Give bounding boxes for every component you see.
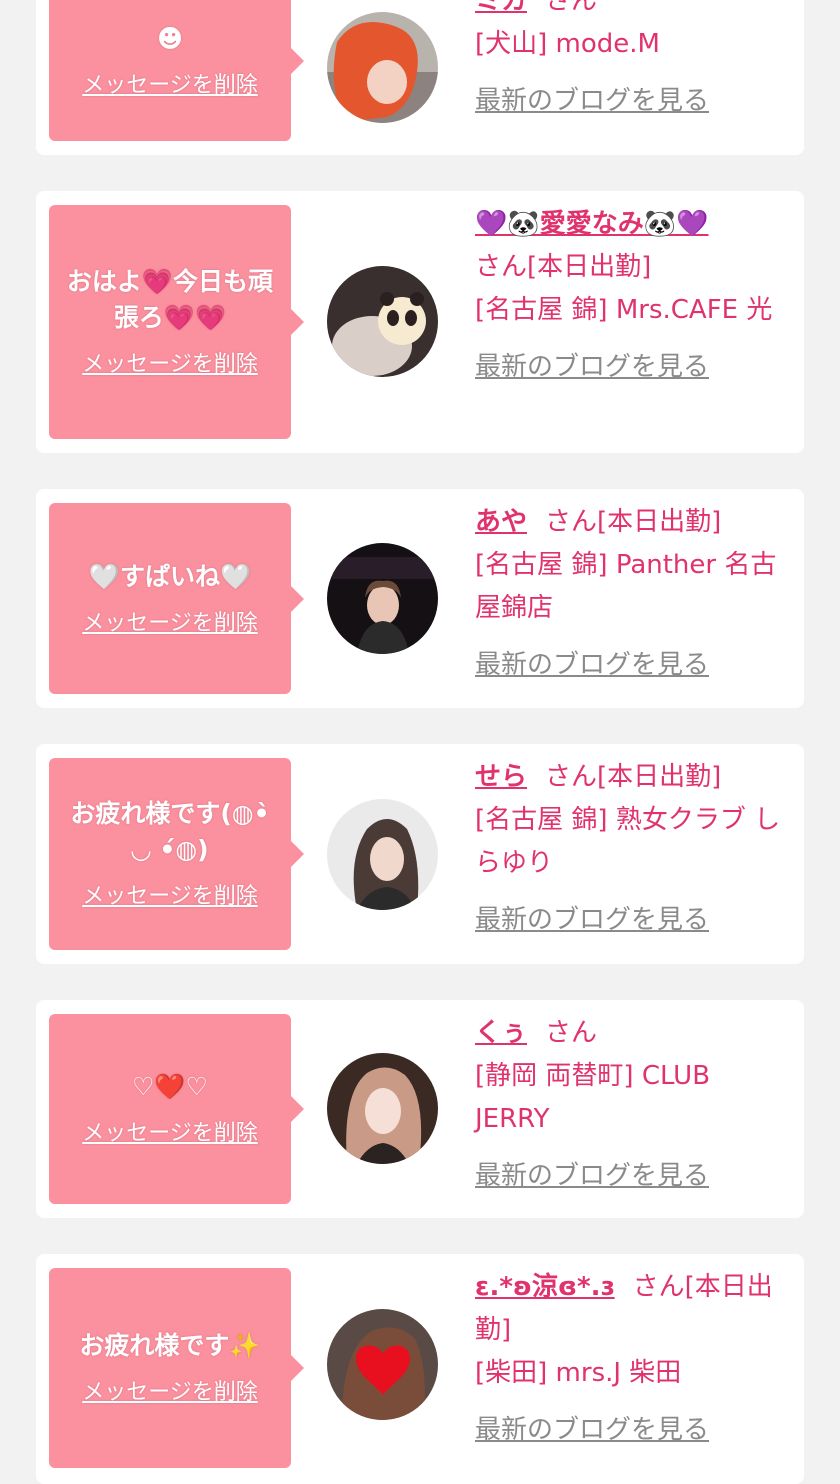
cast-suffix: さん[本日出勤] xyxy=(545,762,722,792)
cast-suffix: さん xyxy=(545,0,598,16)
cast-info: あや さん[本日出勤] [名古屋 錦] Panther 名古屋錦店 最新のブログを… xyxy=(475,501,787,687)
latest-blog-link[interactable]: 最新のブログを見る xyxy=(475,346,787,389)
cast-name-link[interactable]: くぅ xyxy=(475,1018,527,1048)
cast-info: ミカ さん [犬山] mode.M 最新のブログを見る xyxy=(475,0,787,123)
cast-name-link[interactable]: せら xyxy=(475,762,527,792)
cast-suffix: さん[本日出勤] xyxy=(545,507,722,537)
avatar[interactable] xyxy=(327,543,438,654)
avatar[interactable] xyxy=(327,266,438,377)
cast-name-link[interactable]: ミカ xyxy=(475,0,527,16)
message-bubble: ♡❤️♡ メッセージを削除 xyxy=(49,1014,304,1204)
avatar[interactable] xyxy=(327,1309,438,1420)
latest-blog-link[interactable]: 最新のブログを見る xyxy=(475,1155,787,1198)
message-text: 🤍すぱいね🤍 xyxy=(88,561,252,591)
message-card: ☻ メッセージを削除 ミカ さん [犬山] mode.M 最新のブログを見る xyxy=(36,0,804,155)
shop-name: [名古屋 錦] Mrs.CAFE 光 xyxy=(475,295,773,325)
message-bubble: お疲れ様です(◍•̀ ◡ •́◍) メッセージを削除 xyxy=(49,758,304,950)
message-bubble: おはよ💗今日も頑張ろ💗💗 メッセージを削除 xyxy=(49,205,304,439)
avatar[interactable] xyxy=(327,12,438,123)
message-bubble: 🤍すぱいね🤍 メッセージを削除 xyxy=(49,503,304,694)
message-text: お疲れ様です✨ xyxy=(79,1331,261,1360)
message-text: ♡❤️♡ xyxy=(132,1072,208,1101)
message-card: ♡❤️♡ メッセージを削除 くぅ さん [静岡 両替町] CLUB JERRY 最… xyxy=(36,1000,804,1218)
cast-name-link[interactable]: ε.*ʚ涼ɞ*.ɜ xyxy=(475,1272,615,1302)
cast-info: せら さん[本日出勤] [名古屋 錦] 熟女クラブ しらゆり 最新のブログを見る xyxy=(475,756,787,942)
avatar[interactable] xyxy=(327,799,438,910)
delete-message-link[interactable]: メッセージを削除 xyxy=(82,609,258,639)
message-bubble: ☻ メッセージを削除 xyxy=(49,0,304,141)
cast-suffix: さん xyxy=(545,1018,598,1048)
latest-blog-link[interactable]: 最新のブログを見る xyxy=(475,80,787,123)
cast-name-link[interactable]: あや xyxy=(475,507,527,537)
delete-message-link[interactable]: メッセージを削除 xyxy=(82,1378,258,1408)
message-text: ☻ xyxy=(156,23,184,53)
delete-message-link[interactable]: メッセージを削除 xyxy=(82,350,258,380)
cast-info: 💜🐼愛愛なみ🐼💜 さん[本日出勤] [名古屋 錦] Mrs.CAFE 光 最新の… xyxy=(475,203,787,389)
shop-name: [静岡 両替町] CLUB JERRY xyxy=(475,1061,711,1134)
avatar[interactable] xyxy=(327,1053,438,1164)
message-bubble: お疲れ様です✨ メッセージを削除 xyxy=(49,1268,304,1468)
delete-message-link[interactable]: メッセージを削除 xyxy=(82,71,258,101)
message-card: おはよ💗今日も頑張ろ💗💗 メッセージを削除 💜🐼愛愛なみ🐼💜 さん[本日出勤] … xyxy=(36,191,804,453)
delete-message-link[interactable]: メッセージを削除 xyxy=(82,1119,258,1149)
cast-info: くぅ さん [静岡 両替町] CLUB JERRY 最新のブログを見る xyxy=(475,1012,787,1198)
cast-name-link[interactable]: 💜🐼愛愛なみ🐼💜 xyxy=(475,209,709,239)
shop-name: [名古屋 錦] 熟女クラブ しらゆり xyxy=(475,805,781,878)
latest-blog-link[interactable]: 最新のブログを見る xyxy=(475,644,787,687)
message-card: お疲れ様です(◍•̀ ◡ •́◍) メッセージを削除 せら さん[本日出勤] [名… xyxy=(36,744,804,964)
delete-message-link[interactable]: メッセージを削除 xyxy=(82,882,258,912)
shop-name: [犬山] mode.M xyxy=(475,29,660,59)
cast-suffix: さん[本日出勤] xyxy=(475,252,652,282)
message-text: お疲れ様です(◍•̀ ◡ •́◍) xyxy=(70,799,270,864)
message-card: お疲れ様です✨ メッセージを削除 ε.*ʚ涼ɞ*.ɜ さん[本日出勤] [柴田] … xyxy=(36,1254,804,1484)
message-card: 🤍すぱいね🤍 メッセージを削除 あや さん[本日出勤] [名古屋 錦] Panth… xyxy=(36,489,804,708)
shop-name: [柴田] mrs.J 柴田 xyxy=(475,1358,682,1388)
shop-name: [名古屋 錦] Panther 名古屋錦店 xyxy=(475,550,777,623)
message-text: おはよ💗今日も頑張ろ💗💗 xyxy=(66,267,274,332)
latest-blog-link[interactable]: 最新のブログを見る xyxy=(475,1409,787,1452)
cast-info: ε.*ʚ涼ɞ*.ɜ さん[本日出勤] [柴田] mrs.J 柴田 最新のブログを見… xyxy=(475,1266,787,1452)
latest-blog-link[interactable]: 最新のブログを見る xyxy=(475,899,787,942)
